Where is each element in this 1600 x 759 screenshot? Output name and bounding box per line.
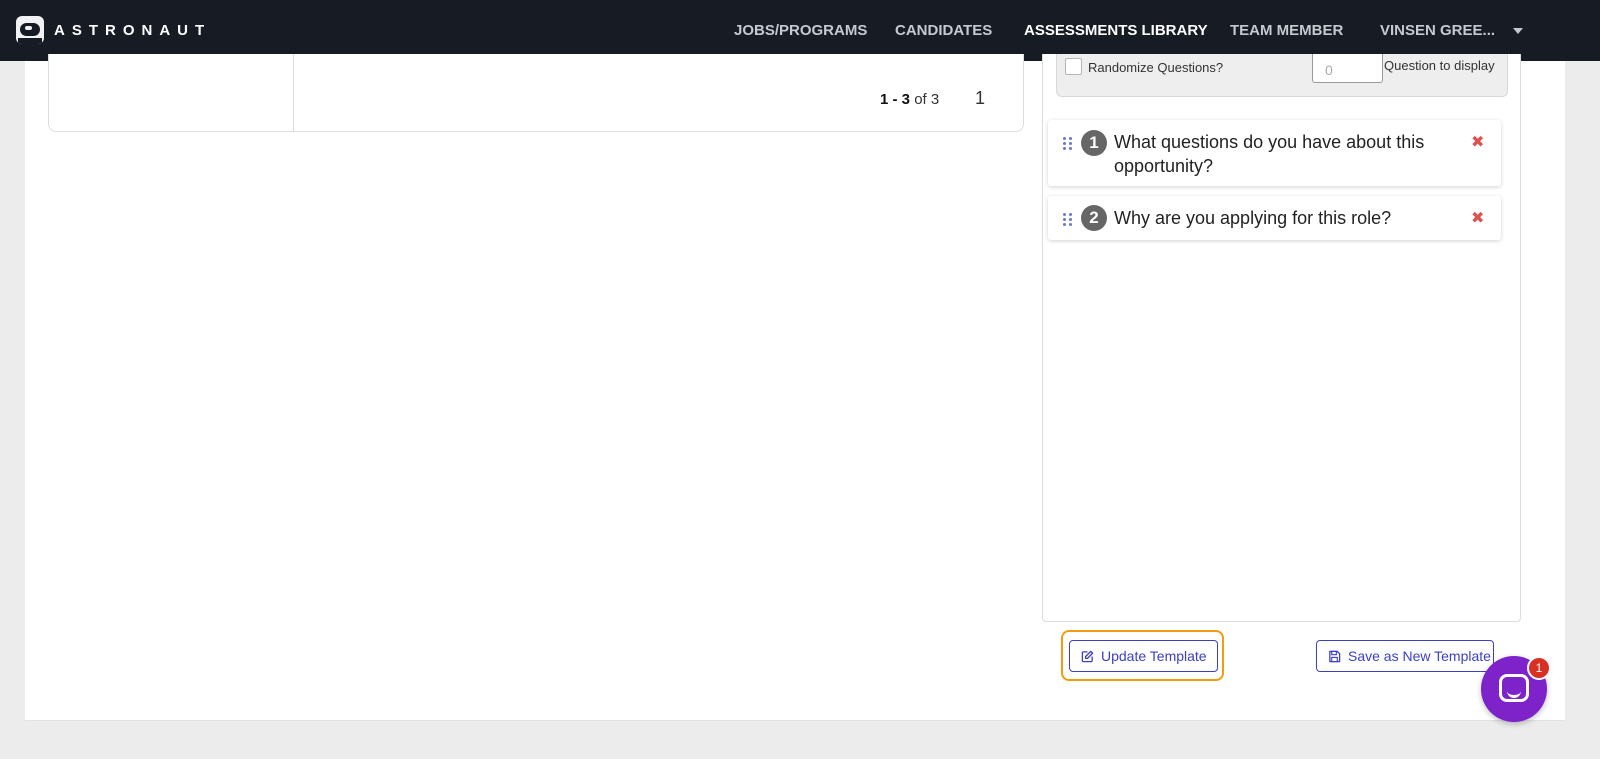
randomize-questions-checkbox[interactable]: [1065, 58, 1082, 75]
question-text: Why are you applying for this role?: [1114, 208, 1392, 228]
update-template-button[interactable]: Update Template: [1069, 640, 1218, 672]
column-divider: [293, 54, 294, 131]
nav-assessments-library[interactable]: ASSESSMENTS LIBRARY: [1024, 0, 1208, 61]
chevron-down-icon: [1513, 27, 1524, 34]
question-number-badge: 2: [1081, 205, 1107, 231]
question-number-badge: 1: [1081, 130, 1107, 156]
update-template-label: Update Template: [1101, 648, 1207, 664]
pagination-summary: 1 - 3 of 3: [880, 91, 939, 108]
questions-to-display-label: Question to display: [1384, 58, 1495, 73]
templates-table: 1 - 3 of 3 1: [48, 54, 1024, 132]
pagination-page-1[interactable]: 1: [975, 88, 985, 109]
nav-team-member[interactable]: TEAM MEMBER: [1230, 0, 1343, 61]
drag-handle-icon[interactable]: [1063, 213, 1073, 226]
pagination-total: of 3: [914, 91, 940, 108]
question-text: What questions do you have about this op…: [1114, 132, 1425, 176]
notification-badge: 1: [1527, 656, 1551, 680]
questions-to-display-input[interactable]: [1312, 54, 1383, 83]
delete-question-icon[interactable]: ✖: [1471, 132, 1484, 152]
astronaut-helmet-icon: [16, 16, 44, 44]
chat-icon: [1499, 674, 1529, 702]
edit-icon: [1081, 650, 1094, 662]
questions-panel: Randomize Questions? Question to display…: [1042, 54, 1521, 622]
question-card[interactable]: 2 Why are you applying for this role? ✖: [1048, 196, 1501, 240]
delete-question-icon[interactable]: ✖: [1471, 208, 1484, 228]
pagination-range: 1 - 3: [880, 91, 911, 108]
nav-jobs-programs[interactable]: JOBS/PROGRAMS: [734, 0, 867, 61]
top-navigation-bar: ASTRONAUT JOBS/PROGRAMS CANDIDATES ASSES…: [0, 0, 1600, 61]
brand-logo[interactable]: ASTRONAUT: [16, 16, 211, 44]
drag-handle-icon[interactable]: [1063, 137, 1073, 150]
nav-candidates[interactable]: CANDIDATES: [895, 0, 992, 61]
randomize-questions-label: Randomize Questions?: [1088, 60, 1224, 75]
save-as-new-template-label: Save as New Template: [1348, 648, 1491, 664]
question-settings: Randomize Questions? Question to display: [1056, 54, 1508, 97]
question-card[interactable]: 1 What questions do you have about this …: [1048, 120, 1501, 186]
user-name: VINSEN GREE...: [1380, 22, 1496, 39]
save-icon: [1329, 650, 1341, 662]
save-as-new-template-button[interactable]: Save as New Template: [1316, 640, 1494, 672]
user-menu[interactable]: VINSEN GREE...: [1380, 0, 1524, 61]
brand-name: ASTRONAUT: [54, 21, 212, 39]
